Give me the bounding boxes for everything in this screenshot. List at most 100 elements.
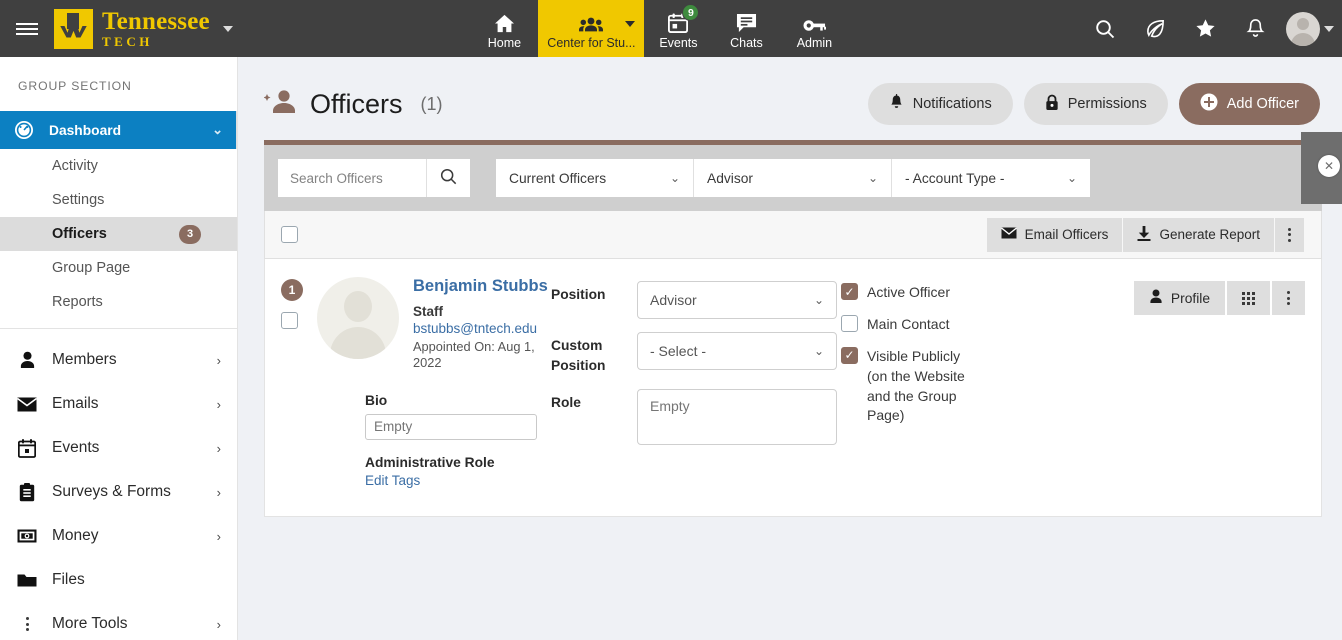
sidebar-item-money[interactable]: Money › (0, 514, 237, 558)
dots-vertical-icon (1287, 291, 1290, 305)
sidebar-item-settings-label: Settings (52, 192, 221, 208)
sidebar-item-more-tools[interactable]: More Tools › (0, 602, 237, 640)
officer-name[interactable]: Benjamin Stubbs (413, 277, 551, 297)
role-textarea[interactable] (637, 389, 837, 445)
chevron-right-icon[interactable]: › (217, 397, 221, 412)
select-all-checkbox[interactable] (281, 226, 298, 243)
page-count: (1) (421, 94, 443, 115)
nav-spacer-right (848, 0, 1080, 57)
position-filter-select[interactable]: Advisor ⌄ (694, 159, 892, 197)
sidebar-item-settings[interactable]: Settings (0, 183, 237, 217)
hamburger-menu-icon[interactable] (0, 0, 54, 57)
officer-row-checkbox[interactable] (281, 312, 298, 329)
chevron-right-icon[interactable]: › (217, 617, 221, 632)
role-field-row: Role (551, 389, 841, 445)
email-officers-button[interactable]: Email Officers (987, 218, 1124, 252)
tennessee-tech-logo[interactable]: Tennessee TECH (54, 0, 239, 57)
custom-position-select[interactable]: - Select - ⌄ (637, 332, 837, 370)
star-icon[interactable] (1180, 0, 1230, 57)
active-officer-row: Active Officer (841, 283, 971, 303)
chevron-down-icon: ⌄ (814, 293, 824, 307)
chevron-right-icon[interactable]: › (217, 441, 221, 456)
bulk-action-buttons: Email Officers Generate Report (987, 218, 1305, 252)
close-icon[interactable]: ✕ (1318, 155, 1340, 177)
dots-vertical-icon (16, 617, 38, 631)
user-menu-chevron-down-icon[interactable] (1324, 26, 1334, 32)
main-contact-label: Main Contact (867, 315, 949, 335)
leaf-icon[interactable] (1130, 0, 1180, 57)
user-avatar-icon[interactable] (1286, 12, 1320, 46)
officer-person-row: Benjamin Stubbs Staff bstubbs@tntech.edu… (317, 277, 551, 371)
sidebar-item-dashboard[interactable]: Dashboard ⌄ (0, 111, 237, 149)
search-input[interactable] (278, 159, 426, 197)
envelope-icon (16, 397, 38, 412)
drag-handle-button[interactable] (1227, 281, 1272, 315)
officer-avatar[interactable] (317, 277, 399, 359)
person-icon (1149, 289, 1163, 307)
scope-filter-select[interactable]: Current Officers ⌄ (496, 159, 694, 197)
sidebar-item-files[interactable]: Files (0, 558, 237, 602)
sidebar-item-surveys-label: Surveys & Forms (52, 483, 203, 501)
body-wrapper: GROUP SECTION Dashboard ⌄ Activity Setti… (0, 57, 1342, 640)
notifications-button-label: Notifications (913, 96, 992, 112)
sidebar-item-group-page[interactable]: Group Page (0, 251, 237, 285)
nav-spacer-left (239, 0, 471, 57)
sidebar-item-events[interactable]: Events › (0, 426, 237, 470)
sidebar-item-activity[interactable]: Activity (0, 149, 237, 183)
active-officer-label: Active Officer (867, 283, 950, 303)
add-officer-button[interactable]: Add Officer (1179, 83, 1320, 125)
chevron-down-icon[interactable]: ⌄ (212, 122, 223, 138)
bell-icon (889, 94, 904, 115)
events-badge-count: 9 (682, 4, 699, 21)
chevron-right-icon[interactable]: › (217, 353, 221, 368)
bell-icon[interactable] (1230, 0, 1280, 57)
sidebar-item-members[interactable]: Members › (0, 338, 237, 382)
search-icon[interactable] (1080, 0, 1130, 57)
edit-tags-link[interactable]: Edit Tags (365, 473, 551, 488)
clipboard-icon (16, 483, 38, 502)
officer-email[interactable]: bstubbs@tntech.edu (413, 321, 541, 336)
account-type-filter-value: - Account Type - (905, 171, 1004, 186)
person-icon (16, 351, 38, 369)
sidebar-divider (0, 328, 237, 329)
email-officers-label: Email Officers (1025, 227, 1109, 242)
chevron-down-icon: ⌄ (1067, 171, 1077, 185)
visible-publicly-checkbox[interactable] (841, 347, 858, 364)
sidebar-item-surveys-forms[interactable]: Surveys & Forms › (0, 470, 237, 514)
position-select[interactable]: Advisor ⌄ (637, 281, 837, 319)
position-select-value: Advisor (650, 292, 697, 308)
profile-button[interactable]: Profile (1134, 281, 1227, 315)
nav-item-chats[interactable]: Chats (712, 0, 780, 57)
bio-input[interactable] (365, 414, 537, 440)
bulk-more-options-button[interactable] (1275, 218, 1305, 252)
account-type-filter-select[interactable]: - Account Type - ⌄ (892, 159, 1090, 197)
nav-item-home[interactable]: Home (470, 0, 538, 57)
nav-item-events-label: Events (659, 36, 697, 50)
chevron-right-icon[interactable]: › (217, 485, 221, 500)
sidebar-item-reports[interactable]: Reports (0, 285, 237, 319)
sidebar-item-emails[interactable]: Emails › (0, 382, 237, 426)
visible-publicly-row: Visible Publicly (on the Website and the… (841, 347, 971, 427)
nav-item-events[interactable]: 9 Events (644, 0, 712, 57)
chevron-right-icon[interactable]: › (217, 529, 221, 544)
officer-card-select-column: 1 (281, 277, 317, 490)
sidebar-item-money-label: Money (52, 527, 203, 545)
search-button[interactable] (426, 159, 470, 197)
notifications-button[interactable]: Notifications (868, 83, 1013, 125)
nav-tab-chevron-down-icon[interactable] (625, 21, 635, 27)
lock-icon (1045, 94, 1059, 115)
active-officer-checkbox[interactable] (841, 283, 858, 300)
main-contact-checkbox[interactable] (841, 315, 858, 332)
brand-name-line1: Tennessee (102, 9, 210, 34)
sidebar-item-reports-label: Reports (52, 294, 221, 310)
sidebar-item-officers[interactable]: Officers 3 (0, 217, 237, 251)
officer-more-options-button[interactable] (1272, 281, 1305, 315)
generate-report-button[interactable]: Generate Report (1123, 218, 1275, 252)
brand-chevron-down-icon[interactable] (223, 26, 233, 32)
people-icon (579, 12, 603, 33)
nav-item-admin[interactable]: Admin (780, 0, 848, 57)
nav-item-center-for-students[interactable]: Center for Stu... (538, 0, 644, 57)
position-filter-value: Advisor (707, 171, 753, 186)
permissions-button[interactable]: Permissions (1024, 83, 1168, 125)
officer-checkbox-column: Active Officer Main Contact Visible Publ… (841, 277, 971, 490)
